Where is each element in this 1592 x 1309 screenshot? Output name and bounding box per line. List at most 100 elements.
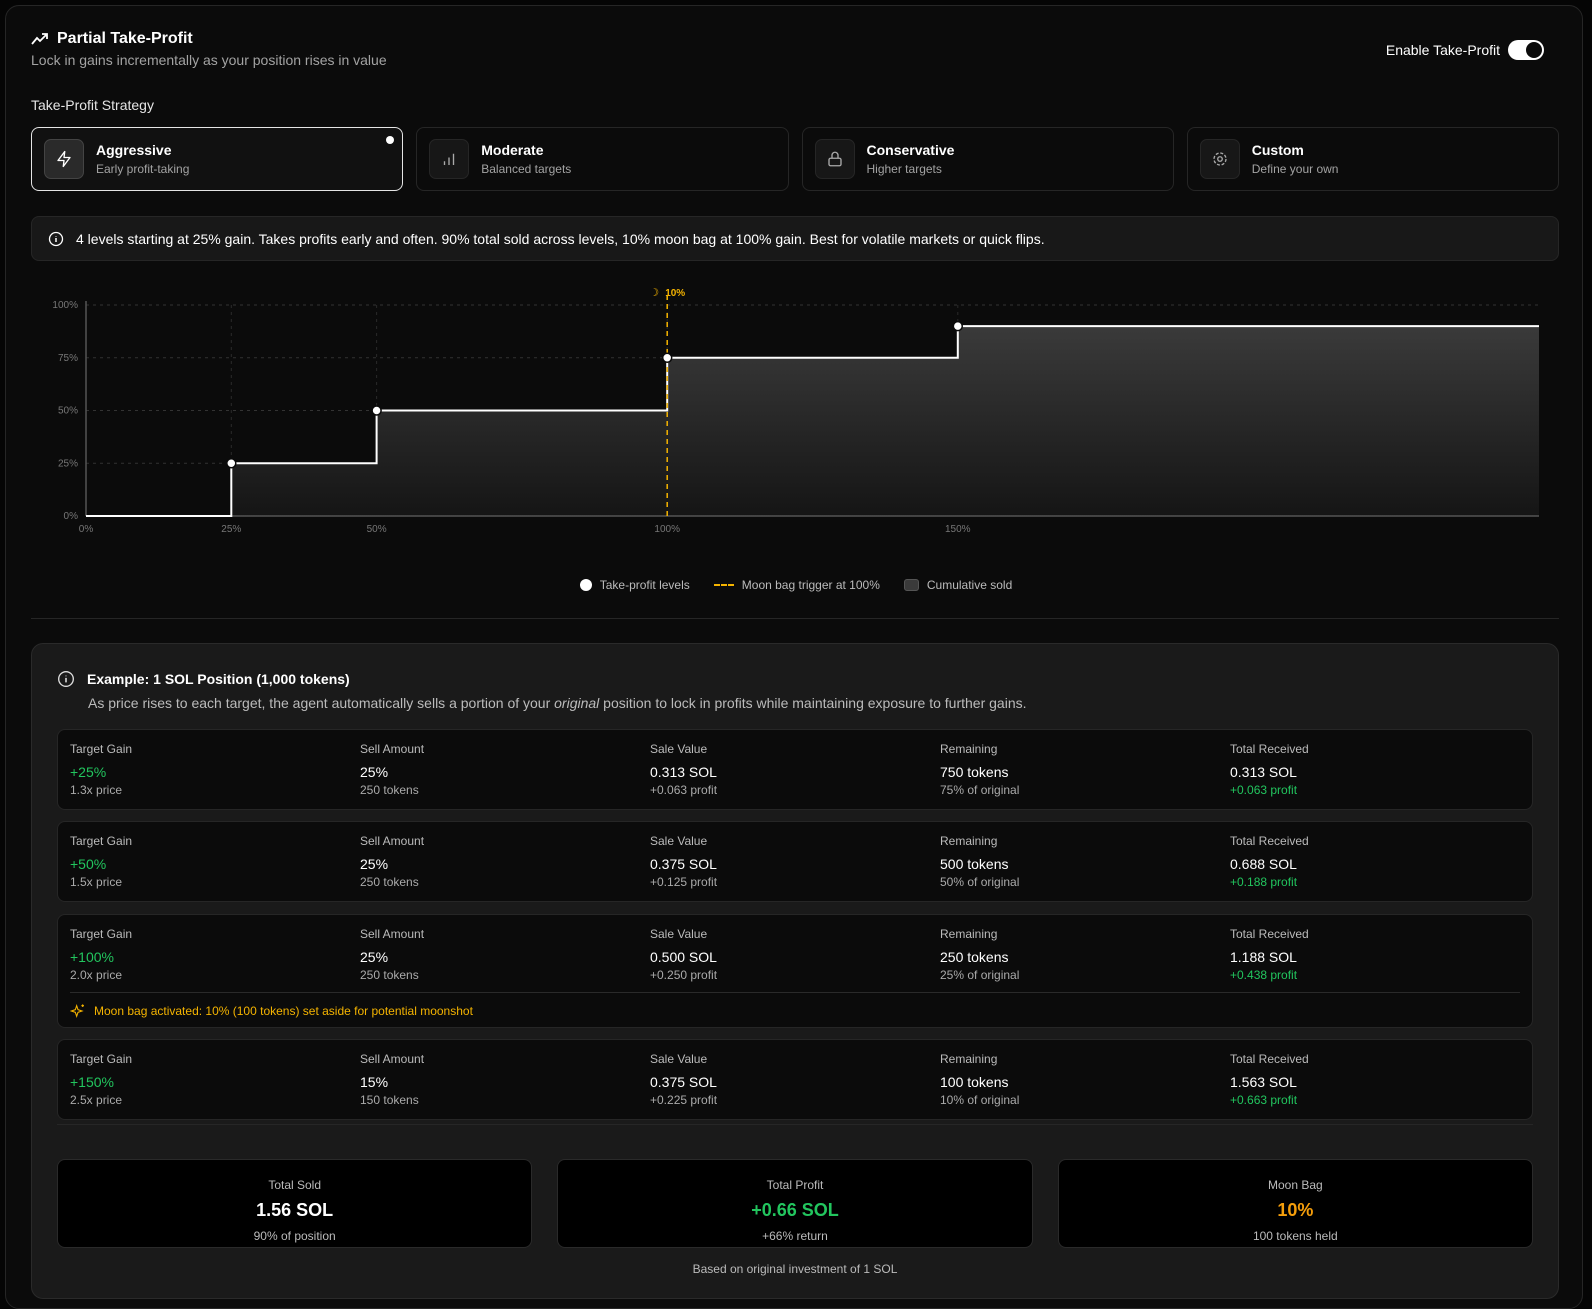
option-name: Moderate	[481, 142, 544, 158]
cell-label: Remaining	[940, 742, 998, 756]
cell-sub: 150 tokens	[360, 1093, 419, 1107]
take-profit-point	[661, 352, 673, 363]
cell-sub: +0.250 profit	[650, 968, 718, 982]
y-tick-label: 0%	[64, 511, 79, 522]
cell-sub: 25% of original	[940, 968, 1020, 982]
legend-label: Cumulative sold	[926, 578, 1013, 592]
y-tick-label: 75%	[58, 353, 78, 364]
summary-sub: +66% return	[762, 1229, 828, 1243]
cell-sub: 2.0x price	[70, 968, 123, 982]
cell-sub: +0.663 profit	[1230, 1093, 1298, 1107]
summary-value: 1.56 SOL	[256, 1200, 334, 1220]
option-name: Aggressive	[96, 142, 172, 158]
take-profit-point	[371, 405, 382, 416]
moon-bag-notice: Moon bag activated: 10% (100 tokens) set…	[70, 992, 1520, 1019]
lock-icon	[814, 139, 855, 179]
cell-label: Total Received	[1230, 834, 1309, 848]
trending-up-icon	[31, 33, 48, 45]
desc-text: position to lock in profits while mainta…	[599, 695, 1027, 711]
legend-label: Moon bag trigger at 100%	[741, 578, 880, 592]
row-cell: Sell Amount 25% 250 tokens	[360, 834, 650, 889]
summary-card: Total Profit +0.66 SOL +66% return	[557, 1159, 1033, 1248]
moon-bag-label: 10%	[665, 288, 685, 299]
option-desc: Define your own	[1251, 162, 1339, 176]
row-cell: Sell Amount 15% 150 tokens	[360, 1052, 650, 1107]
cell-sub: 1.3x price	[70, 783, 123, 797]
cell-value: 750 tokens	[940, 764, 1009, 780]
cell-value: 250 tokens	[940, 949, 1009, 965]
info-text: 4 levels starting at 25% gain. Takes pro…	[76, 230, 1045, 247]
y-tick-label: 100%	[52, 300, 78, 311]
cell-sub: 2.5x price	[70, 1093, 123, 1107]
row-cell: Sale Value 0.313 SOL +0.063 profit	[650, 742, 940, 797]
strategy-custom[interactable]: Custom Define your own	[1186, 127, 1559, 191]
cell-label: Sale Value	[650, 834, 708, 848]
cell-sub: +0.438 profit	[1230, 968, 1298, 982]
row-cell: Total Received 0.688 SOL +0.188 profit	[1230, 834, 1520, 889]
desc-text: As price rises to each target, the agent…	[88, 695, 555, 711]
cell-value: +50%	[70, 856, 107, 872]
row-columns: Target Gain +50% 1.5x price Sell Amount 25% 2…	[58, 822, 1532, 889]
cumulative-sold-area	[86, 326, 1539, 516]
cell-value: 0.375 SOL	[650, 1074, 717, 1090]
cell-value: 25%	[360, 764, 389, 780]
desc-emphasis: original	[554, 695, 600, 711]
row-cell: Target Gain +50% 1.5x price	[70, 834, 360, 889]
x-tick-label: 0%	[79, 524, 94, 535]
cell-value: +25%	[70, 764, 107, 780]
example-description: As price rises to each target, the agent…	[88, 695, 1027, 711]
cell-sub: 1.5x price	[70, 875, 123, 889]
cell-label: Remaining	[940, 834, 998, 848]
cell-value: 1.188 SOL	[1230, 949, 1297, 965]
x-tick-label: 50%	[367, 524, 387, 535]
summary-sub: 100 tokens held	[1252, 1229, 1338, 1243]
row-cell: Sell Amount 25% 250 tokens	[360, 742, 650, 797]
cell-value: +150%	[70, 1074, 114, 1090]
y-tick-label: 25%	[58, 458, 78, 469]
strategy-aggressive[interactable]: Aggressive Early profit-taking	[31, 127, 404, 191]
summary-label: Total Profit	[766, 1178, 824, 1192]
cell-label: Sell Amount	[360, 834, 425, 848]
example-header: Example: 1 SOL Position (1,000 tokens)	[57, 670, 350, 688]
row-cell: Remaining 500 tokens 50% of original	[940, 834, 1230, 889]
lightning-icon	[44, 139, 84, 179]
selected-indicator	[386, 136, 395, 144]
option-desc: Higher targets	[866, 162, 942, 176]
legend-cumulative-sold: Cumulative sold	[903, 578, 1013, 592]
divider	[31, 618, 1559, 619]
panel-subtitle: Lock in gains incrementally as your posi…	[31, 52, 387, 68]
row-cell: Sale Value 0.375 SOL +0.225 profit	[650, 1052, 940, 1107]
dashed-line-icon	[713, 584, 734, 586]
take-profit-point	[226, 458, 237, 469]
cell-label: Sell Amount	[360, 1052, 425, 1066]
take-profit-point	[952, 320, 964, 332]
cell-label: Sale Value	[650, 927, 708, 941]
summary-card: Moon Bag 10% 100 tokens held	[1057, 1159, 1533, 1248]
divider	[57, 1124, 1533, 1125]
cell-sub: 75% of original	[940, 783, 1020, 797]
cell-label: Target Gain	[70, 1052, 133, 1066]
title-text: Partial Take-Profit	[57, 30, 193, 47]
cell-label: Sale Value	[650, 1052, 708, 1066]
row-columns: Target Gain +25% 1.3x price Sell Amount 25% 2…	[58, 730, 1532, 797]
option-desc: Early profit-taking	[96, 162, 190, 176]
summary-value: +0.66 SOL	[751, 1200, 839, 1220]
cell-value: 0.688 SOL	[1230, 856, 1297, 872]
row-cell: Sale Value 0.500 SOL +0.250 profit	[650, 927, 940, 982]
cell-sub: 10% of original	[940, 1093, 1020, 1107]
cell-value: 15%	[360, 1074, 389, 1090]
row-cell: Remaining 750 tokens 75% of original	[940, 742, 1230, 797]
cell-label: Target Gain	[70, 834, 133, 848]
cell-sub: +0.063 profit	[1230, 783, 1298, 797]
cell-value: 25%	[360, 949, 389, 965]
row-columns: Target Gain +150% 2.5x price Sell Amount 15%…	[58, 1040, 1532, 1107]
y-tick-label: 50%	[58, 406, 78, 417]
example-row: Target Gain +50% 1.5x price Sell Amount 25% 2…	[57, 821, 1533, 902]
summary-cards: Total Sold 1.56 SOL 90% of position Total P…	[57, 1159, 1533, 1248]
example-row: Target Gain +100% 2.0x price Sell Amount 25%…	[57, 914, 1533, 1028]
x-tick-label: 100%	[654, 524, 680, 535]
enable-take-profit-toggle[interactable]	[1508, 40, 1544, 60]
strategy-moderate[interactable]: Moderate Balanced targets	[416, 127, 789, 191]
strategy-conservative[interactable]: Conservative Higher targets	[801, 127, 1174, 191]
row-cell: Remaining 250 tokens 25% of original	[940, 927, 1230, 982]
